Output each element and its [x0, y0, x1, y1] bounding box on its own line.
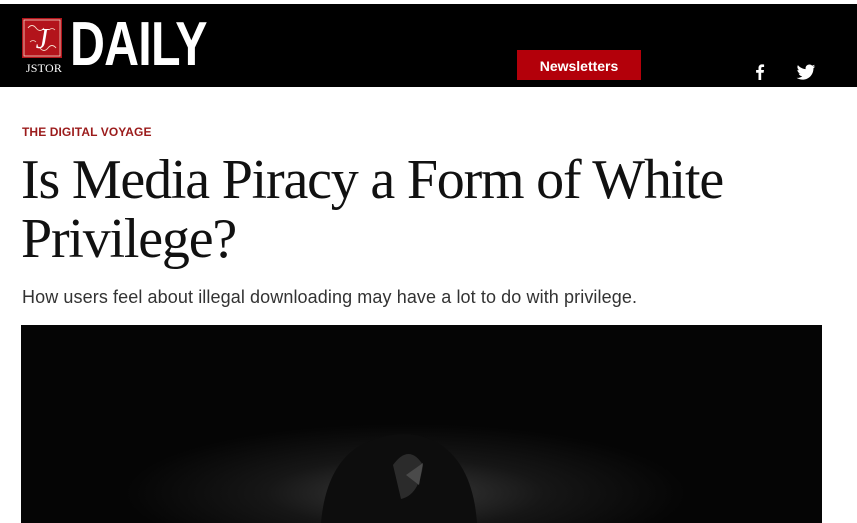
article-subtitle: How users feel about illegal downloading…	[22, 287, 638, 307]
hero-image	[21, 325, 822, 523]
site-header: J JSTOR DAILY Newsletters	[0, 4, 857, 87]
jstor-logo-mark: J	[22, 18, 62, 58]
newsletters-button[interactable]: Newsletters	[517, 50, 641, 80]
facebook-icon[interactable]	[749, 61, 771, 83]
twitter-icon[interactable]	[795, 61, 817, 83]
article-category-link[interactable]: THE DIGITAL VOYAGE	[22, 125, 152, 139]
logo-mark-letter: J	[36, 24, 50, 55]
article-title: Is Media Piracy a Form of White Privileg…	[21, 149, 724, 270]
logo-org-label: JSTOR	[25, 61, 63, 75]
logo-brand-wordmark: DAILY	[70, 10, 208, 79]
